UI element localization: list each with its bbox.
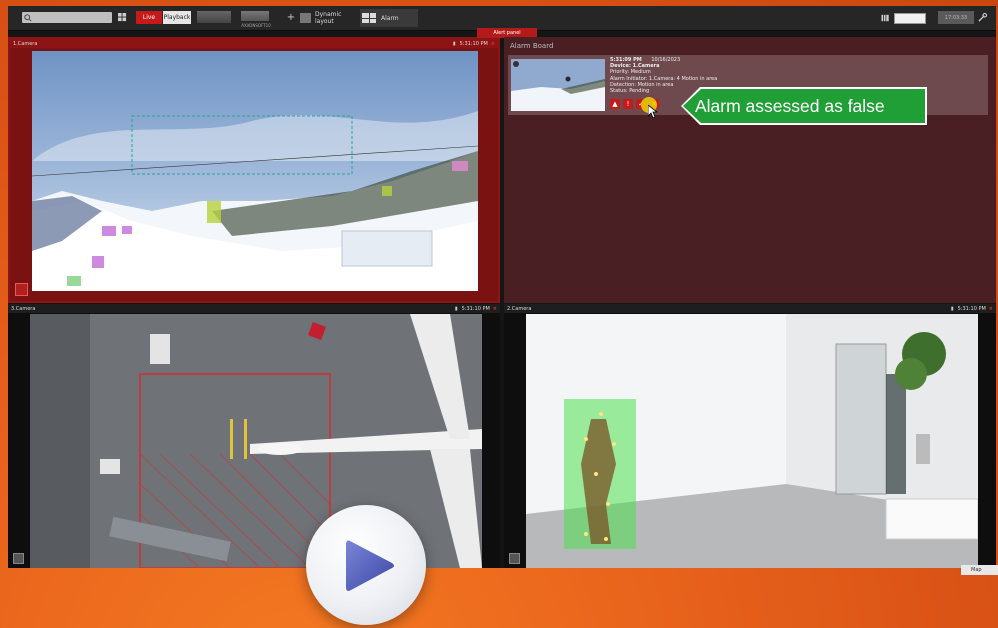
mic-icon: ▮ <box>454 305 458 312</box>
camera-tile-header: 2.Camera ▮ 5:31:10 PM × <box>504 304 996 313</box>
alarm-warning-icon[interactable]: ! <box>623 99 633 109</box>
tab-alarm[interactable]: Alarm <box>360 9 418 27</box>
clock: 17:03:33 <box>938 11 974 24</box>
layout-thumbnail[interactable] <box>241 11 269 21</box>
mic-icon: ▮ <box>452 40 456 47</box>
layout-thumbnail-label: AXXONSOFT10 <box>241 22 271 28</box>
camera-tile-header: 1.Camera ▮ 5:31:10 PM × <box>10 39 498 48</box>
camera-video-ski-slope <box>32 51 478 291</box>
alarm-card[interactable]: 5:31:09 PM 10/16/2023 Device: 1.Camera P… <box>508 55 988 125</box>
camera-time: 5:31:10 PM <box>459 40 488 47</box>
alarm-time: 5:31:09 PM <box>610 57 642 63</box>
screen-layout-toggle[interactable] <box>894 13 926 24</box>
camera-video-corridor <box>526 314 978 568</box>
map-button[interactable]: Map <box>961 565 998 575</box>
camera-tile-header: 3.Camera ▮ 5:31:10 PM × <box>8 304 500 313</box>
live-button[interactable]: Live <box>136 11 162 24</box>
close-tile-button[interactable]: × <box>989 306 993 312</box>
tools-icon[interactable] <box>976 11 988 24</box>
grid-icon <box>362 13 376 23</box>
alarm-device: Device: 1.Camera <box>610 63 660 70</box>
camera-name: 3.Camera <box>11 305 36 312</box>
camera-tile-1[interactable]: 1.Camera ▮ 5:31:10 PM × <box>8 37 500 303</box>
alarm-initiator: Alarm Initiator: 1.Camera: 4 Motion in a… <box>610 75 718 82</box>
add-layout-button[interactable]: + <box>286 11 296 24</box>
alarm-date: 10/16/2023 <box>651 57 681 63</box>
camera-menu-icon[interactable] <box>13 553 24 564</box>
play-button[interactable] <box>306 505 426 625</box>
camera-name: 1.Camera <box>13 40 38 47</box>
close-tile-button[interactable]: × <box>493 306 497 312</box>
camera-time: 5:31:10 PM <box>957 305 986 312</box>
close-tile-button[interactable]: × <box>491 41 495 47</box>
layout-icon <box>300 12 311 23</box>
alarm-false-callout: Alarm assessed as false <box>683 89 925 123</box>
camera-tile-2[interactable]: 2.Camera ▮ 5:31:10 PM × <box>504 304 996 568</box>
layout-thumbnail[interactable] <box>197 11 231 23</box>
camera-name: 2.Camera <box>507 305 532 312</box>
vms-window: Live Playback AXXONSOFT10 + Dynamic layo… <box>8 6 998 575</box>
alarm-board: Alarm Board 5:31:09 PM 10/16/2023 Device… <box>504 37 996 303</box>
playback-button[interactable]: Playback <box>163 11 191 24</box>
alarm-board-title: Alarm Board <box>510 42 554 50</box>
search-input[interactable] <box>22 12 112 23</box>
mic-icon: ▮ <box>950 305 954 312</box>
play-icon <box>346 540 394 591</box>
alarm-thumbnail[interactable] <box>511 59 605 111</box>
layout-grid-icon[interactable] <box>116 11 128 24</box>
camera-tile-3[interactable]: 3.Camera ▮ 5:31:10 PM × <box>8 304 500 568</box>
panel-toggle-icon[interactable] <box>880 11 890 24</box>
mouse-cursor-icon <box>648 105 658 119</box>
alarm-bell-icon[interactable]: ▲ <box>610 99 620 109</box>
search-icon <box>24 13 32 22</box>
tab-dynamic-layout[interactable]: Dynamic layout <box>300 11 358 25</box>
camera-menu-icon[interactable] <box>509 553 520 564</box>
alarm-icon[interactable] <box>15 283 28 296</box>
camera-time: 5:31:10 PM <box>461 305 490 312</box>
